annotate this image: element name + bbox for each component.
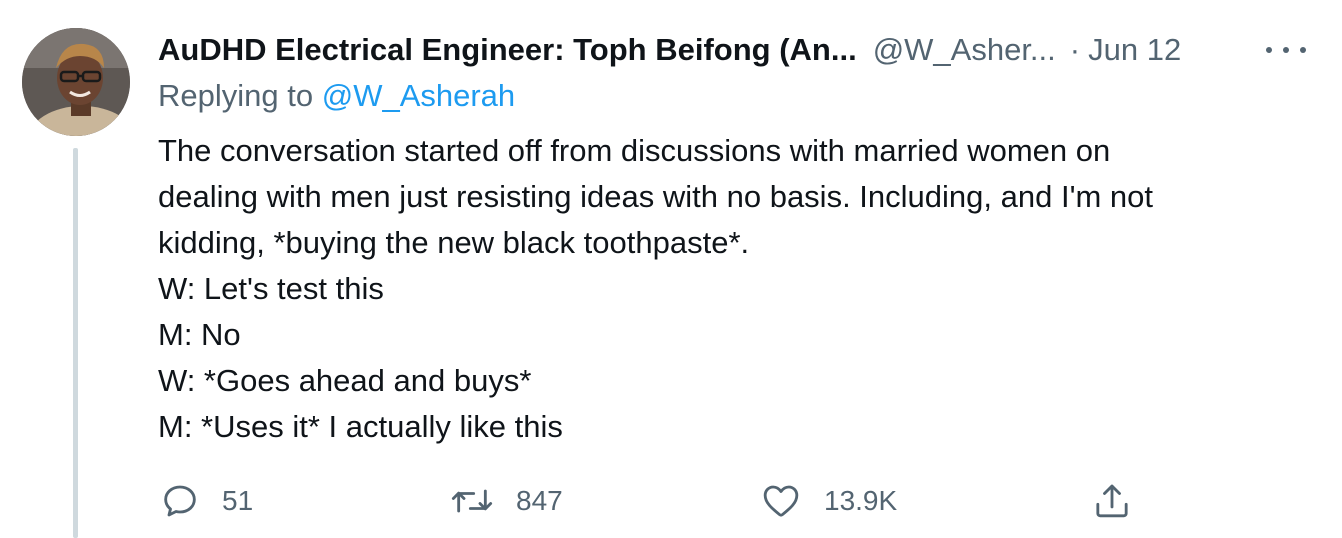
share-icon	[1092, 480, 1132, 522]
tweet-text-line: W: *Goes ahead and buys*	[158, 363, 532, 398]
tweet-text-line: The conversation started off from discus…	[158, 133, 1111, 168]
tweet-header: AuDHD Electrical Engineer: Toph Beifong …	[158, 28, 1318, 72]
replying-to-line: Replying to @W_Asherah	[158, 78, 515, 114]
replying-to-label: Replying to	[158, 78, 322, 113]
like-button[interactable]: 13.9K	[760, 476, 897, 526]
reply-bubble-icon	[160, 481, 200, 521]
tweet-text-line: kidding, *buying the new black toothpast…	[158, 225, 750, 260]
retweet-count: 847	[516, 485, 563, 516]
tweet-card[interactable]: AuDHD Electrical Engineer: Toph Beifong …	[0, 0, 1342, 538]
tweet-text-line: W: Let's test this	[158, 271, 384, 306]
tweet-text-line: M: No	[158, 317, 241, 352]
retweet-button[interactable]: 847	[450, 476, 563, 526]
heart-icon	[760, 481, 802, 521]
date-separator: ·	[1069, 32, 1081, 67]
thread-line	[73, 148, 78, 538]
avatar[interactable]	[22, 28, 130, 136]
tweet-date[interactable]: Jun 12	[1088, 32, 1181, 68]
reply-count: 51	[222, 485, 254, 516]
tweet-body: The conversation started off from discus…	[158, 128, 1308, 450]
retweet-icon	[450, 481, 494, 521]
more-dots-icon[interactable]	[1266, 34, 1306, 66]
like-count: 13.9K	[824, 485, 898, 516]
share-button[interactable]	[1092, 476, 1132, 526]
user-handle[interactable]: @W_Asher...	[873, 32, 1056, 68]
reply-button[interactable]: 51	[160, 476, 253, 526]
display-name[interactable]: AuDHD Electrical Engineer: Toph Beifong …	[158, 32, 857, 68]
tweet-actions: 51 847 13.9K	[158, 476, 1158, 526]
tweet-text-line: M: *Uses it* I actually like this	[158, 409, 563, 444]
replying-to-handle-link[interactable]: @W_Asherah	[322, 78, 515, 113]
tweet-text-line: dealing with men just resisting ideas wi…	[158, 179, 1154, 214]
